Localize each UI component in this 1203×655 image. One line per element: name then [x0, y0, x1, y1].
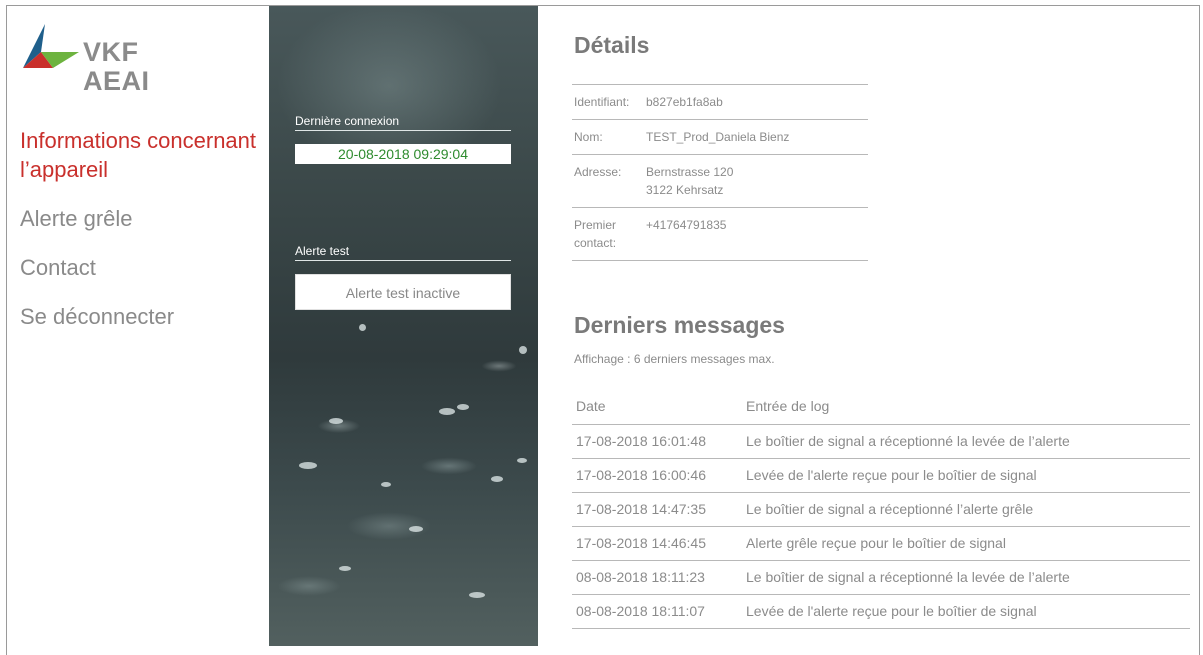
- log-date: 17-08-2018 14:47:35: [572, 492, 742, 527]
- table-row: 17-08-2018 14:47:35 Le boîtier de signal…: [572, 492, 1190, 527]
- log-date: 08-08-2018 18:11:07: [572, 594, 742, 629]
- details-row: Adresse: Bernstrasse 120 3122 Kehrsatz: [572, 154, 868, 208]
- details-value: b827eb1fa8ab: [646, 84, 868, 120]
- details-key: Identifiant:: [572, 84, 646, 120]
- rain-drop: [299, 462, 317, 469]
- details-row: Identifiant: b827eb1fa8ab: [572, 84, 868, 120]
- sidebar: VKF AEAI Informations concernant l’appar…: [7, 6, 269, 646]
- rain-drop: [469, 592, 485, 598]
- details-value: +41764791835: [646, 207, 868, 261]
- rain-drop: [381, 482, 391, 487]
- main-content: Détails Identifiant: b827eb1fa8ab Nom: T…: [570, 6, 1190, 646]
- nav-item-device-info[interactable]: Informations concernant l’appareil: [20, 126, 270, 184]
- table-row: 08-08-2018 18:11:23 Le boîtier de signal…: [572, 560, 1190, 595]
- log-entry: Le boîtier de signal a réceptionné la le…: [742, 560, 1190, 595]
- details-value-line2: 3122 Kehrsatz: [646, 183, 724, 197]
- details-table: Identifiant: b827eb1fa8ab Nom: TEST_Prod…: [572, 84, 868, 261]
- details-value: TEST_Prod_Daniela Bienz: [646, 119, 868, 155]
- logo-mark-icon: [23, 24, 79, 68]
- rain-drop: [339, 566, 351, 571]
- details-key: Premier contact:: [572, 207, 646, 261]
- log-date: 17-08-2018 16:00:46: [572, 458, 742, 493]
- column-header-date: Date: [572, 390, 742, 425]
- log-entry: Le boîtier de signal a réceptionné la le…: [742, 424, 1190, 459]
- rain-background-panel: Dernière connexion 20-08-2018 09:29:04 A…: [269, 6, 538, 646]
- log-entry: Levée de l'alerte reçue pour le boîtier …: [742, 594, 1190, 629]
- table-row: 08-08-2018 18:11:07 Levée de l'alerte re…: [572, 594, 1190, 629]
- nav-item-contact[interactable]: Contact: [20, 253, 270, 282]
- rain-drop: [517, 458, 527, 463]
- log-date: 17-08-2018 14:46:45: [572, 526, 742, 561]
- nav-item-hail-alert[interactable]: Alerte grêle: [20, 204, 270, 233]
- last-connection-label: Dernière connexion: [295, 114, 511, 131]
- table-row: 17-08-2018 16:01:48 Le boîtier de signal…: [572, 424, 1190, 459]
- messages-note: Affichage : 6 derniers messages max.: [574, 352, 775, 366]
- column-header-entry: Entrée de log: [742, 390, 1190, 425]
- nav-item-logout[interactable]: Se déconnecter: [20, 302, 270, 331]
- messages-title: Derniers messages: [574, 312, 785, 338]
- details-key: Nom:: [572, 119, 646, 155]
- rain-drop: [359, 324, 366, 331]
- table-row: 17-08-2018 16:00:46 Levée de l'alerte re…: [572, 458, 1190, 493]
- log-entry: Levée de l'alerte reçue pour le boîtier …: [742, 458, 1190, 493]
- details-key: Adresse:: [572, 154, 646, 208]
- log-entry: Le boîtier de signal a réceptionné l’ale…: [742, 492, 1190, 527]
- rain-drop: [329, 418, 343, 424]
- logo-line-1: VKF: [83, 37, 139, 67]
- details-title: Détails: [574, 32, 650, 58]
- log-date: 08-08-2018 18:11:23: [572, 560, 742, 595]
- logo[interactable]: VKF AEAI: [19, 20, 179, 100]
- logo-line-2: AEAI: [83, 66, 150, 96]
- table-row: 17-08-2018 14:46:45 Alerte grêle reçue p…: [572, 526, 1190, 561]
- log-date: 17-08-2018 16:01:48: [572, 424, 742, 459]
- log-entry: Alerte grêle reçue pour le boîtier de si…: [742, 526, 1190, 561]
- details-row: Premier contact: +41764791835: [572, 207, 868, 261]
- test-alert-label: Alerte test: [295, 244, 511, 261]
- rain-drop: [409, 526, 423, 532]
- log-header-row: Date Entrée de log: [572, 390, 1190, 425]
- details-row: Nom: TEST_Prod_Daniela Bienz: [572, 119, 868, 155]
- last-connection-value: 20-08-2018 09:29:04: [295, 144, 511, 164]
- rain-drop: [457, 404, 469, 410]
- log-table: Date Entrée de log 17-08-2018 16:01:48 L…: [572, 390, 1190, 629]
- rain-drop: [491, 476, 503, 482]
- test-alert-button[interactable]: Alerte test inactive: [295, 274, 511, 310]
- rain-drop: [439, 408, 455, 415]
- sidebar-nav: Informations concernant l’appareil Alert…: [20, 126, 270, 351]
- details-value: Bernstrasse 120: [646, 165, 734, 179]
- rain-drop: [519, 346, 527, 354]
